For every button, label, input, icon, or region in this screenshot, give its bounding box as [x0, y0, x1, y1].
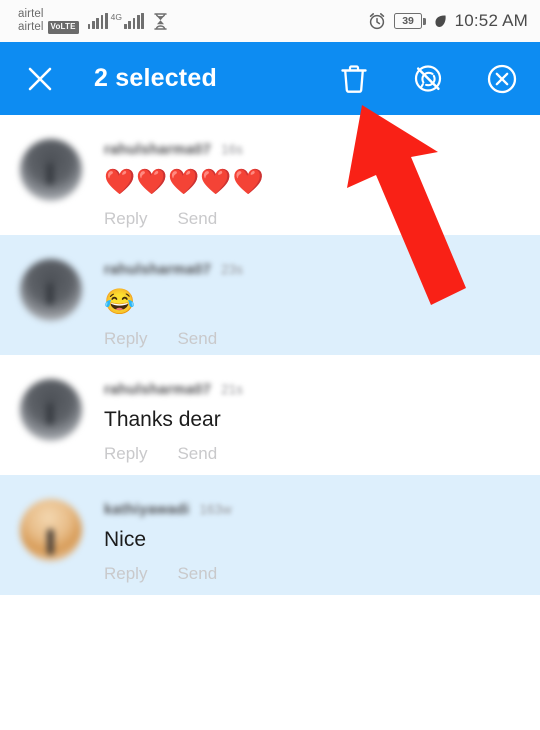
close-x-icon[interactable]	[22, 61, 58, 97]
comment-row[interactable]: rahulsharma07 21s Thanks dear Reply Send	[0, 355, 540, 475]
comment-list: rahulsharma07 16s ❤️❤️❤️❤️❤️ Reply Send …	[0, 115, 540, 598]
comment-username[interactable]: kathiyawadi	[104, 502, 190, 518]
signal-bars-icon-sim1	[87, 13, 108, 29]
comment-actions: Reply Send	[104, 209, 265, 229]
carrier-line-1: airtel	[18, 8, 79, 21]
comment-meta: rahulsharma07 16s	[104, 141, 265, 158]
avatar[interactable]	[20, 139, 82, 201]
comment-row[interactable]: rahulsharma07 16s ❤️❤️❤️❤️❤️ Reply Send	[0, 115, 540, 235]
status-bar-left: airtel airtel VoLTE 4G	[18, 8, 168, 34]
comment-text: Thanks dear	[104, 408, 221, 431]
comment-timestamp: 21s	[221, 382, 243, 397]
battery-percent-label: 39	[402, 14, 414, 27]
comment-text: Nice	[104, 528, 147, 551]
avatar[interactable]	[20, 379, 82, 441]
comment-meta: rahulsharma07 21s	[104, 381, 243, 398]
reply-link[interactable]: Reply	[104, 209, 147, 229]
comment-text: ❤️❤️❤️❤️❤️	[104, 168, 265, 196]
status-bar: airtel airtel VoLTE 4G 39 10:52 AM	[0, 0, 540, 42]
circle-x-icon[interactable]	[484, 61, 520, 97]
comment-actions: Reply Send	[104, 329, 243, 349]
comment-body: rahulsharma07 23s 😂 Reply Send	[104, 259, 243, 355]
avatar[interactable]	[20, 499, 82, 561]
network-type-label: 4G	[110, 12, 123, 22]
volte-badge: VoLTE	[47, 21, 79, 34]
selection-app-bar: 2 selected	[0, 42, 540, 115]
comment-meta: rahulsharma07 23s	[104, 261, 243, 278]
comment-actions: Reply Send	[104, 444, 243, 464]
carrier-labels: airtel airtel VoLTE	[18, 8, 79, 34]
phone-screen: airtel airtel VoLTE 4G 39 10:52 AM 2 sel…	[0, 0, 540, 730]
comment-username[interactable]: rahulsharma07	[104, 142, 211, 158]
comment-timestamp: 23s	[221, 262, 243, 277]
carrier-line-2: airtel VoLTE	[18, 21, 79, 34]
battery-icon: 39	[394, 13, 426, 29]
clock-label: 10:52 AM	[454, 11, 528, 30]
reply-link[interactable]: Reply	[104, 444, 147, 464]
reply-link[interactable]: Reply	[104, 564, 147, 584]
comment-username[interactable]: rahulsharma07	[104, 382, 211, 398]
hourglass-icon	[153, 12, 168, 30]
comment-timestamp: 163w	[199, 502, 232, 517]
carrier-name-1: airtel	[18, 8, 44, 21]
comment-actions: Reply Send	[104, 564, 232, 584]
comment-hidden-icon[interactable]	[410, 61, 446, 97]
comment-body: kathiyawadi 163w Nice Reply Send	[104, 499, 232, 595]
signal-bars-icon-sim2	[124, 13, 144, 29]
send-link[interactable]: Send	[177, 329, 217, 349]
signal-indicators: 4G	[87, 12, 144, 29]
trash-icon[interactable]	[336, 61, 372, 97]
comment-timestamp: 16s	[221, 142, 243, 157]
comment-row[interactable]: rahulsharma07 23s 😂 Reply Send	[0, 235, 540, 355]
comment-body: rahulsharma07 21s Thanks dear Reply Send	[104, 379, 243, 475]
send-link[interactable]: Send	[177, 444, 217, 464]
send-link[interactable]: Send	[177, 209, 217, 229]
carrier-name-2: airtel	[18, 21, 44, 33]
alarm-clock-icon	[368, 12, 386, 30]
comment-username[interactable]: rahulsharma07	[104, 262, 211, 278]
comment-row[interactable]: kathiyawadi 163w Nice Reply Send	[0, 475, 540, 595]
selection-count-title: 2 selected	[94, 64, 217, 92]
status-bar-right: 39 10:52 AM	[368, 11, 528, 31]
comment-meta: kathiyawadi 163w	[104, 501, 232, 518]
app-bar-actions	[336, 61, 520, 97]
leaf-icon	[434, 14, 447, 29]
send-link[interactable]: Send	[177, 564, 217, 584]
comment-text: 😂	[104, 288, 137, 316]
reply-link[interactable]: Reply	[104, 329, 147, 349]
avatar[interactable]	[20, 259, 82, 321]
comment-body: rahulsharma07 16s ❤️❤️❤️❤️❤️ Reply Send	[104, 139, 265, 235]
